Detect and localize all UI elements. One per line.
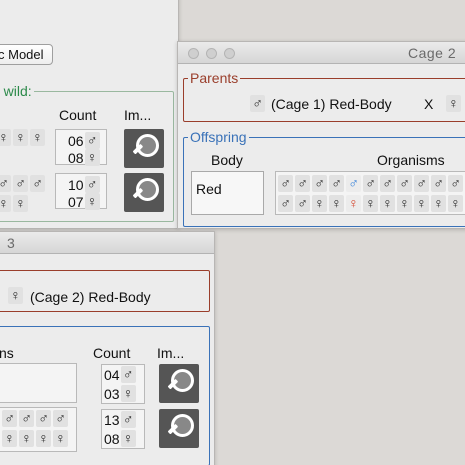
male-icon[interactable]: ♂ [312, 175, 327, 192]
female-icon[interactable]: ♀ [448, 195, 463, 212]
male-icon[interactable]: ♂ [380, 175, 395, 192]
male-icon: ♂ [84, 176, 100, 193]
genetic-model-button[interactable]: c Model [0, 44, 53, 65]
female-icon[interactable]: ♀ [431, 195, 446, 212]
cage-2-window: Cage 2 Parents ♂ (Cage 1) Red-Body X ♀ O… [177, 41, 465, 229]
organisms-box-1 [0, 363, 77, 403]
female-icon[interactable]: ♀ [397, 195, 412, 212]
male-icon[interactable]: ♂ [36, 410, 51, 427]
parent-label: (Cage 2) Red-Body [30, 289, 151, 305]
images-header: Im... [124, 107, 152, 123]
offspring-row-1: ♂ ♂ ♂ ♂ ♂ ♂ ♂ ♂ ♂ ♂ ♂ [278, 175, 463, 192]
organisms-row-2b: ♀ ♀ [0, 195, 28, 212]
female-icon[interactable]: ♀ [363, 195, 378, 212]
male-icon: ♂ [250, 95, 265, 112]
male-icon: ♂ [120, 366, 136, 383]
organisms-row-2: ♂ ♂ ♂ [0, 175, 45, 192]
male-icon[interactable]: ♂ [2, 410, 17, 427]
male-icon[interactable]: ♂ [30, 175, 45, 192]
magnifier-icon[interactable] [124, 129, 164, 168]
window-title: 3 [7, 235, 16, 251]
female-icon[interactable]: ♀ [2, 430, 17, 447]
organisms-row-1: ♀ ♀ ♀ [0, 129, 45, 146]
organisms-row-2a: ♂ ♂ ♂ ♂ [2, 410, 68, 427]
male-count-2: 10 ♂ [68, 176, 100, 193]
magnifier-icon[interactable] [124, 173, 164, 212]
male-icon[interactable]: ♂ [448, 175, 463, 192]
male-icon[interactable]: ♂ [431, 175, 446, 192]
magnifier-icon[interactable] [159, 409, 199, 448]
female-count-2: 07 ♀ [68, 193, 100, 210]
count-header: Count [93, 345, 131, 361]
male-icon: ♂ [120, 411, 136, 428]
female-icon: ♀ [8, 287, 23, 304]
cage-1-window: c Model e wild: Count Im... ♀ ♀ ♀ 06♂ 08… [0, 0, 179, 229]
window-controls [188, 48, 235, 59]
female-icon: ♀ [446, 95, 461, 112]
zoom-button[interactable] [224, 48, 235, 59]
female-icon-selected[interactable]: ♀ [346, 195, 361, 212]
female-icon: ♀ [120, 385, 136, 402]
count-header: Count [59, 107, 97, 123]
male-icon[interactable]: ♂ [295, 175, 310, 192]
female-count-1: 03 ♀ [104, 385, 136, 402]
female-icon[interactable]: ♀ [13, 195, 28, 212]
female-icon: ♀ [120, 430, 136, 447]
male-count-2: 13 ♂ [104, 411, 136, 428]
wild-legend: e wild: [0, 83, 34, 99]
female-icon[interactable]: ♀ [53, 430, 68, 447]
images-header: Im... [157, 345, 185, 361]
male-icon[interactable]: ♂ [53, 410, 68, 427]
male-icon[interactable]: ♂ [19, 410, 34, 427]
female-icon[interactable]: ♀ [0, 129, 11, 146]
offspring-row-2: ♂ ♂ ♀ ♀ ♀ ♀ ♀ ♀ ♀ ♀ ♀ [278, 195, 463, 212]
title-bar[interactable]: 3 [0, 232, 214, 254]
parents-legend: Parents [188, 70, 241, 86]
male-icon[interactable]: ♂ [278, 195, 293, 212]
cross-label: X [424, 96, 434, 112]
female-icon: ♀ [84, 149, 100, 166]
magnifier-icon[interactable] [159, 364, 199, 403]
female-icon[interactable]: ♀ [30, 129, 45, 146]
body-header: Body [211, 152, 243, 168]
male-icon[interactable]: ♂ [329, 175, 344, 192]
minimize-button[interactable] [206, 48, 217, 59]
male-icon[interactable]: ♂ [13, 175, 28, 192]
title-bar[interactable]: Cage 2 [178, 42, 465, 64]
female-icon[interactable]: ♀ [329, 195, 344, 212]
male-count-1: 04 ♂ [104, 366, 136, 383]
male-icon-selected[interactable]: ♂ [346, 175, 361, 192]
female-icon[interactable]: ♀ [414, 195, 429, 212]
male-icon[interactable]: ♂ [278, 175, 293, 192]
organisms-header: Organisms [377, 152, 445, 168]
organisms-header: ns [0, 345, 14, 361]
window-title: Cage 2 [408, 45, 457, 61]
offspring-legend: Offspring [188, 129, 249, 145]
female-icon[interactable]: ♀ [380, 195, 395, 212]
male-count-1: 06 ♂ [68, 132, 100, 149]
female-icon[interactable]: ♀ [312, 195, 327, 212]
female-count-1: 08 ♀ [68, 149, 100, 166]
cage-3-window: 3 ♀ (Cage 2) Red-Body ns Count Im... 04 ♂… [0, 231, 215, 465]
male-icon[interactable]: ♂ [0, 175, 11, 192]
parent-1-label: (Cage 1) Red-Body [271, 96, 392, 112]
male-icon[interactable]: ♂ [363, 175, 378, 192]
female-icon[interactable]: ♀ [36, 430, 51, 447]
female-count-2: 08 ♀ [104, 430, 136, 447]
male-icon[interactable]: ♂ [295, 195, 310, 212]
male-icon[interactable]: ♂ [414, 175, 429, 192]
male-icon: ♂ [84, 132, 100, 149]
close-button[interactable] [188, 48, 199, 59]
female-icon[interactable]: ♀ [19, 430, 34, 447]
male-icon[interactable]: ♂ [397, 175, 412, 192]
female-icon: ♀ [84, 193, 100, 210]
organisms-row-2b: ♀ ♀ ♀ ♀ [2, 430, 68, 447]
female-icon[interactable]: ♀ [13, 129, 28, 146]
body-field: Red [191, 171, 264, 215]
female-icon[interactable]: ♀ [0, 195, 11, 212]
